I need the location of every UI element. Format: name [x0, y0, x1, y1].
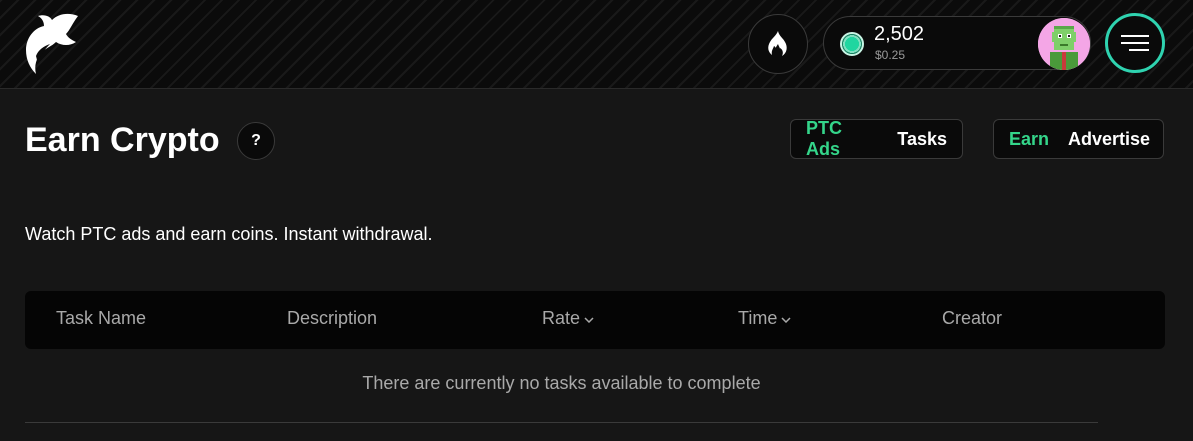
logo-icon[interactable] — [22, 12, 82, 74]
divider — [25, 422, 1098, 423]
column-label: Rate — [542, 308, 581, 328]
page-subtitle: Watch PTC ads and earn coins. Instant wi… — [25, 224, 433, 244]
tab-ptc-ads[interactable]: PTC Ads — [806, 118, 878, 160]
avatar[interactable] — [1038, 18, 1090, 70]
tab-advertise[interactable]: Advertise — [1068, 129, 1150, 150]
menu-icon — [1121, 35, 1149, 51]
help-button[interactable]: ? — [237, 122, 275, 160]
mode-toggle: Earn Advertise — [993, 119, 1164, 159]
chevron-down-icon — [584, 316, 594, 323]
chevron-down-icon — [781, 316, 791, 323]
column-label: Task Name — [56, 308, 147, 328]
coin-icon — [840, 32, 864, 56]
column-description: Description — [287, 308, 377, 329]
column-label: Creator — [942, 308, 1003, 328]
column-task-name: Task Name — [56, 308, 146, 329]
tab-tasks[interactable]: Tasks — [897, 129, 947, 150]
column-rate[interactable]: Rate — [542, 308, 594, 329]
empty-state-message: There are currently no tasks available t… — [362, 373, 761, 393]
streak-button[interactable] — [748, 14, 808, 74]
column-time[interactable]: Time — [738, 308, 791, 329]
menu-button[interactable] — [1105, 13, 1165, 73]
page-title: Earn Crypto — [25, 121, 220, 159]
tab-earn[interactable]: Earn — [1009, 129, 1049, 150]
top-bar: 2,502 $0.25 — [0, 0, 1193, 89]
column-creator: Creator — [942, 308, 1002, 329]
avatar-icon — [1038, 18, 1090, 70]
column-label: Description — [287, 308, 378, 328]
balance-amount: 2,502 — [874, 23, 925, 45]
column-label: Time — [738, 308, 778, 328]
fire-icon — [768, 31, 787, 56]
task-type-toggle: PTC Ads Tasks — [790, 118, 963, 160]
balance-usd: $0.25 — [875, 48, 906, 62]
tasks-table-header: Task Name Description Rate Time Creator — [25, 291, 1165, 349]
